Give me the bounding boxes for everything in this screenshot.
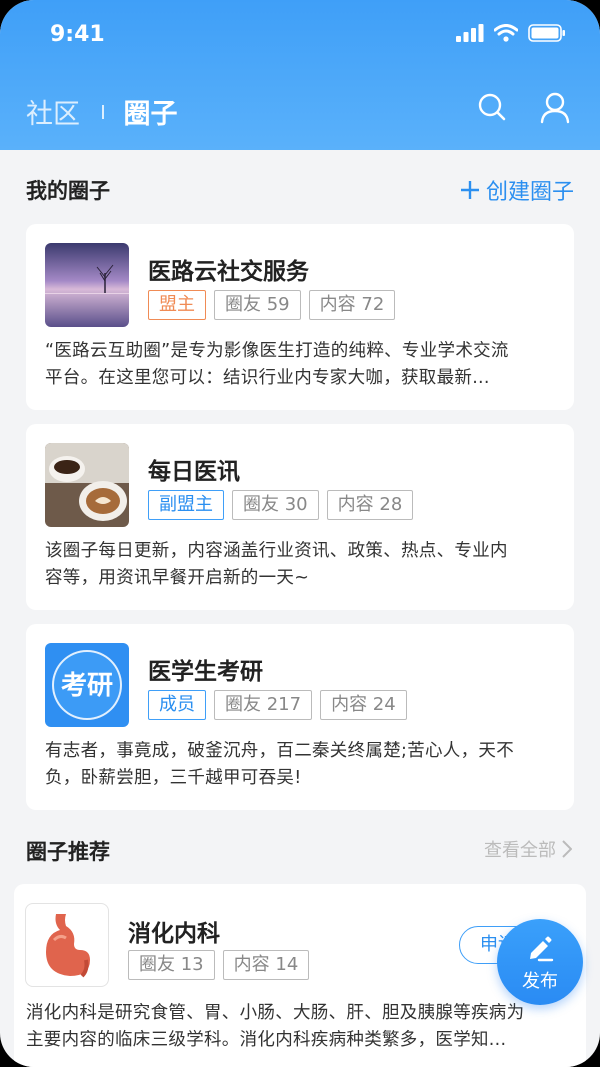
plus-icon (460, 181, 479, 199)
circle-thumbnail (25, 903, 109, 987)
description-line: 平台。在这里您可以：结识行业内专家大咖，获取最新... (45, 368, 490, 388)
tab-circles[interactable]: 圈子 (124, 92, 178, 131)
search-icon[interactable] (477, 92, 507, 122)
members-badge: 圈友 217 (214, 690, 313, 720)
circle-card[interactable]: 考研 医学生考研 成员 圈友 217 内容 24 有志者，事竟成，破釜沉舟，百二… (26, 624, 574, 810)
circle-tags: 盟主 圈友 59 内容 72 (148, 290, 396, 320)
circle-thumbnail (45, 243, 129, 327)
chevron-right-icon (562, 840, 572, 858)
description-line: 负，卧薪尝胆，三千越甲可吞吴! (45, 768, 302, 788)
circle-name: 医路云社交服务 (148, 259, 309, 285)
content-badge: 内容 72 (308, 290, 396, 320)
edit-icon (530, 936, 554, 962)
signal-icon (456, 24, 484, 42)
see-all-label: 查看全部 (484, 840, 556, 861)
circle-tags: 成员 圈友 217 内容 24 (148, 690, 407, 720)
role-badge: 成员 (148, 690, 206, 720)
thumbnail-text: 考研 (60, 671, 113, 701)
members-badge: 圈友 13 (128, 950, 215, 980)
circle-description: 有志者，事竟成，破釜沉舟，百二秦关终属楚;苦心人，天不 负，卧薪尝胆，三千越甲可… (45, 738, 560, 792)
recommend-title: 圈子推荐 (26, 840, 110, 864)
top-nav: 社区 圈子 (26, 92, 178, 131)
content-badge: 内容 24 (320, 690, 407, 720)
see-all-link[interactable]: 查看全部 (484, 836, 572, 862)
description-line: 容等，用资讯早餐开启新的一天~ (45, 568, 310, 588)
description-line: 有志者，事竟成，破釜沉舟，百二秦关终属楚;苦心人，天不 (45, 741, 514, 761)
circle-card[interactable]: 每日医讯 副盟主 圈友 30 内容 28 该圈子每日更新，内容涵盖行业资讯、政策… (26, 424, 574, 610)
circle-thumbnail (45, 443, 129, 527)
circle-tags: 副盟主 圈友 30 内容 28 (148, 490, 414, 520)
circle-tags: 圈友 13 内容 14 (128, 950, 310, 980)
content-badge: 内容 14 (222, 950, 310, 980)
wifi-icon (494, 24, 518, 42)
description-line: 主要内容的临床三级学科。消化内科疾病种类繁多，医学知... (26, 1030, 507, 1050)
description-line: 消化内科是研究食管、胃、小肠、大肠、肝、胆及胰腺等疾病为 (26, 1003, 525, 1023)
members-badge: 圈友 30 (232, 490, 319, 520)
circle-name: 每日医讯 (148, 459, 240, 485)
circle-description: “医路云互助圈”是专为影像医生打造的纯粹、专业学术交流 平台。在这里您可以：结识… (45, 338, 560, 392)
circle-description: 该圈子每日更新，内容涵盖行业资讯、政策、热点、专业内 容等，用资讯早餐开启新的一… (45, 538, 560, 592)
phone-screen: 9:41 社区 圈子 我的圈子 创建圈子 医路云社交服务 盟主 圈友 59 内容… (0, 0, 600, 1067)
circle-name: 医学生考研 (148, 659, 263, 685)
status-time: 9:41 (50, 22, 105, 47)
circle-card[interactable]: 医路云社交服务 盟主 圈友 59 内容 72 “医路云互助圈”是专为影像医生打造… (26, 224, 574, 410)
publish-label: 发布 (522, 971, 558, 992)
user-icon[interactable] (540, 92, 570, 124)
circle-description: 消化内科是研究食管、胃、小肠、大肠、肝、胆及胰腺等疾病为 主要内容的临床三级学科… (26, 1000, 578, 1054)
status-icons (456, 24, 566, 42)
role-badge: 盟主 (148, 290, 206, 320)
publish-button[interactable]: 发布 (497, 919, 583, 1005)
nav-divider (102, 104, 104, 119)
members-badge: 圈友 59 (214, 290, 301, 320)
create-circle-button[interactable]: 创建圈子 (460, 174, 574, 206)
circle-name: 消化内科 (128, 921, 220, 947)
circle-thumbnail: 考研 (45, 643, 129, 727)
my-circles-title: 我的圈子 (26, 179, 110, 203)
create-circle-label: 创建圈子 (485, 180, 574, 205)
description-line: “医路云互助圈”是专为影像医生打造的纯粹、专业学术交流 (45, 341, 509, 361)
battery-icon (528, 24, 565, 42)
description-line: 该圈子每日更新，内容涵盖行业资讯、政策、热点、专业内 (45, 541, 508, 561)
tab-community[interactable]: 社区 (26, 92, 80, 131)
app-header: 9:41 社区 圈子 (0, 0, 600, 150)
role-badge: 副盟主 (148, 490, 224, 520)
content-badge: 内容 28 (326, 490, 414, 520)
